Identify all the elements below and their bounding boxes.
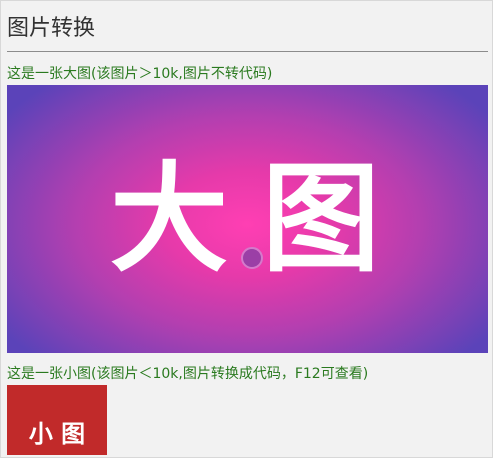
big-image: 大 图 <box>7 85 488 353</box>
big-image-glyph-tu: 图 <box>262 149 380 288</box>
small-image-artwork: 小 图 <box>29 419 85 448</box>
big-image-dot <box>241 247 263 269</box>
small-image-caption: 这是一张小图(该图片＜10k,图片转换成代码，F12可查看) <box>7 366 369 382</box>
page-title: 图片转换 <box>7 16 96 41</box>
small-image-text: 小 图 <box>29 419 85 448</box>
small-image: 小 图 <box>7 385 107 455</box>
title-divider <box>7 51 488 52</box>
big-image-artwork: 大 图 <box>110 149 380 288</box>
big-image-caption: 这是一张大图(该图片＞10k,图片不转代码) <box>7 66 273 82</box>
page-frame: 图片转换 这是一张大图(该图片＞10k,图片不转代码) 大 图 这是一张小图(该… <box>0 0 493 458</box>
big-image-glyph-da: 大 <box>110 149 228 288</box>
